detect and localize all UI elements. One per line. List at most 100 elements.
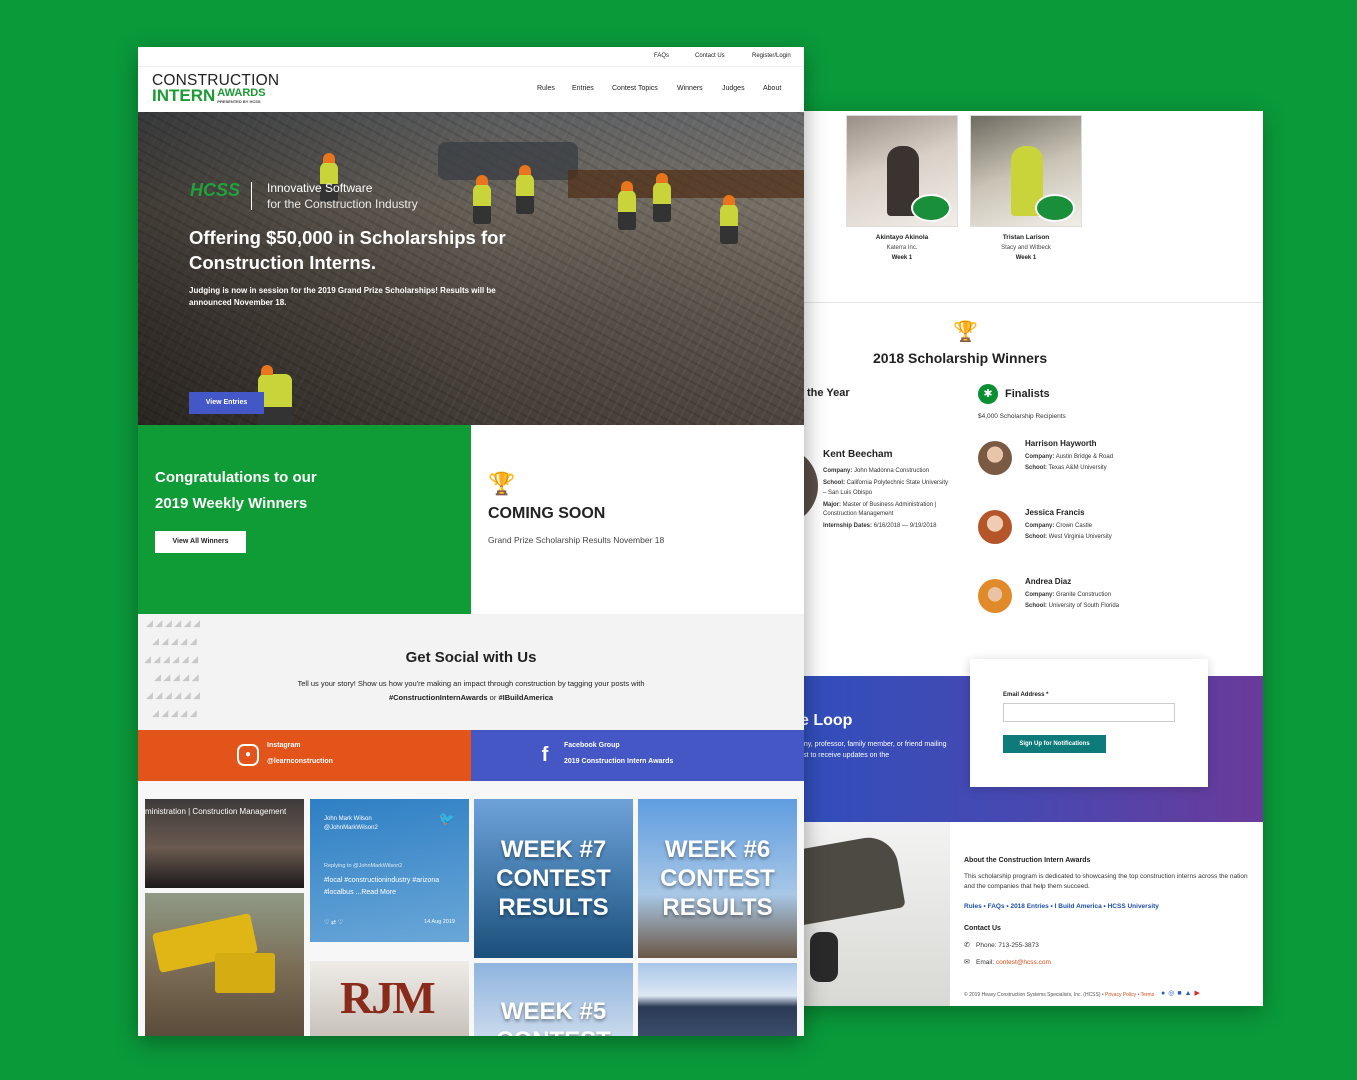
winner-company: Stacy and Witbeck (1001, 245, 1051, 251)
phone-icon: ✆ (964, 941, 970, 949)
facebook-icon: f (541, 744, 549, 766)
nav-contest-topics[interactable]: Contest Topics (612, 85, 658, 92)
coming-soon-panel: 🏆 COMING SOON Grand Prize Scholarship Re… (471, 425, 804, 614)
email-link[interactable]: contest@hcss.com (996, 959, 1051, 966)
site-logo[interactable]: CONSTRUCTION INTERN AWARDS PRESENTED BY HC… (152, 73, 279, 106)
footer-about: About the Construction Intern Awards Thi… (964, 857, 1249, 966)
hashtags: #ConstructionInternAwards or #IBuildAmer… (388, 693, 554, 702)
footer-links[interactable]: Rules • FAQs • 2018 Entries • I Build Am… (964, 903, 1249, 910)
view-all-winners-button[interactable]: View All Winners (155, 531, 246, 553)
contact-phone: ✆ Phone: 713-255-3873 (964, 941, 1039, 949)
winner-name: Tristan Larison (1002, 234, 1050, 241)
get-social-section: ◢ ◢ ◢ ◢ ◢ ◢ ◢ ◢ ◢ ◢ ◢ ◢ ◢ ◢ ◢ ◢ ◢ ◢ ◢ ◢ … (138, 614, 804, 730)
winners-page-screenshot: Akintayo Akinola Katerra Inc. Week 1 Tri… (770, 111, 1263, 1006)
instagram-link[interactable]: ● Instagram @learnconstruction (138, 730, 471, 781)
kent-name: Kent Beecham (823, 449, 893, 460)
weekly-winners-title: Congratulations to our 2019 Weekly Winner… (155, 469, 317, 512)
winner-card[interactable]: Tristan Larison Stacy and Witbeck Week 1 (970, 115, 1082, 261)
section-divider (770, 302, 1263, 303)
get-social-text: Tell us your story! Show us how you're m… (297, 679, 645, 688)
worker-figure (473, 175, 491, 224)
intern-of-year-details: Kent Beecham Company: John Madonna Const… (823, 449, 953, 535)
hero-subtext: Judging is now in session for the 2019 G… (189, 286, 496, 307)
feed-post[interactable] (638, 963, 797, 1036)
winner-card[interactable]: Akintayo Akinola Katerra Inc. Week 1 (846, 115, 958, 261)
winner-week: Week 1 (1015, 255, 1037, 261)
login-link[interactable]: Register/Login (752, 53, 791, 59)
nav-winners[interactable]: Winners (677, 85, 703, 92)
signup-form: Email Address * Sign Up for Notification… (970, 659, 1208, 787)
peoples-choice-badge-icon (911, 194, 951, 222)
finalist-name: Jessica Francis (1025, 508, 1085, 517)
hcss-logo: HCSS (190, 180, 241, 200)
intern-of-year-title: the Year (807, 387, 850, 399)
faqs-link[interactable]: FAQs (654, 53, 669, 59)
mail-icon: ✉ (964, 958, 970, 966)
about-text: This scholarship program is dedicated to… (964, 873, 1248, 891)
coming-soon-subtitle: Grand Prize Scholarship Results November… (488, 535, 665, 545)
signup-button[interactable]: Sign Up for Notifications (1003, 735, 1106, 753)
nav-rules[interactable]: Rules (537, 85, 555, 92)
worker-figure (720, 195, 738, 244)
trophy-icon: 🏆 (953, 321, 978, 343)
winner-photo (846, 115, 958, 227)
youtube-icon[interactable]: ▶ (1195, 990, 1203, 997)
trophy-icon: 🏆 (488, 471, 516, 496)
instagram-icon: ● (237, 744, 259, 766)
weekly-winners-panel: Congratulations to our 2019 Weekly Winner… (138, 425, 471, 614)
home-page-screenshot: FAQs Contact Us Register/Login CONSTRUCT… (138, 47, 804, 1036)
worker-figure (516, 165, 534, 214)
worker-figure (653, 173, 671, 222)
judges-pick-badge-icon (1035, 194, 1075, 222)
twitter-icon: 🐦 (438, 811, 455, 826)
nav-entries[interactable]: Entries (572, 85, 594, 92)
feed-post-week6[interactable]: WEEK #6 CONTEST RESULTS (638, 799, 797, 958)
winner-company: Katerra Inc. (886, 245, 918, 251)
twitter-icon[interactable]: ▲ (1185, 990, 1195, 997)
scholarship-title: 2018 Scholarship Winners (873, 350, 1048, 366)
contact-email: ✉ Email: contest@hcss.com (964, 958, 1051, 966)
winner-week: Week 1 (891, 255, 913, 261)
feed-tweet[interactable]: John Mark Wilson @JohnMarkWilson2 🐦 Reply… (310, 799, 469, 942)
email-field[interactable] (1003, 703, 1175, 722)
nav-about[interactable]: About (763, 85, 781, 92)
avatar (978, 579, 1012, 613)
about-title: About the Construction Intern Awards (964, 857, 1091, 864)
hero-headline: Offering $50,000 in Scholarships for Con… (189, 227, 506, 273)
footer-social-icons[interactable]: ●◎■▲▶ (1161, 989, 1203, 997)
feed-post[interactable] (145, 893, 304, 1036)
facebook-group-link[interactable]: f Facebook Group 2019 Construction Inter… (471, 730, 804, 781)
finalists-title: Finalists (1005, 388, 1050, 400)
avatar (978, 441, 1012, 475)
social-feed-grid: ministration | Construction Management J… (138, 781, 804, 1036)
worker-figure (618, 181, 636, 230)
feed-post[interactable]: ministration | Construction Management (145, 799, 304, 888)
feed-post[interactable]: RJM (310, 961, 469, 1036)
utility-bar: FAQs Contact Us Register/Login (138, 47, 804, 67)
feed-post-week5[interactable]: WEEK #5CONTEST (474, 963, 633, 1036)
coming-soon-title: COMING SOON (488, 505, 606, 522)
hero-banner: HCSS Innovative Software for the Constru… (138, 112, 804, 425)
nav-judges[interactable]: Judges (722, 85, 745, 92)
linkedin-icon[interactable]: ■ (1177, 990, 1184, 997)
copyright: © 2019 Heavy Construction Systems Specia… (964, 992, 1155, 998)
finalist-name: Andrea Diaz (1025, 577, 1072, 586)
instagram-icon[interactable]: ◎ (1168, 990, 1177, 997)
winner-name: Akintayo Akinola (875, 234, 929, 241)
avatar (978, 510, 1012, 544)
legal-links[interactable]: Privacy Policy • Terms (1105, 992, 1154, 998)
contact-title: Contact Us (964, 924, 1001, 932)
finalists-subtitle: $4,000 Scholarship Recipients (978, 413, 1066, 420)
newsletter-title: e Loop (800, 712, 853, 729)
contact-link[interactable]: Contact Us (695, 53, 725, 59)
email-label: Email Address * (1003, 692, 1049, 698)
feed-post-week7[interactable]: WEEK #7 CONTEST RESULTS (474, 799, 633, 958)
view-entries-button[interactable]: View Entries (189, 392, 264, 414)
finalists-icon: ✱ (978, 384, 998, 404)
tweet-actions[interactable]: ♡ ⇄ ♡ (324, 919, 343, 926)
hcss-tagline-2: for the Construction Industry (267, 197, 418, 211)
newsletter-desc: any, professor, family member, or friend… (800, 741, 947, 760)
hcss-tagline: Innovative Software (267, 181, 373, 195)
finalist-name: Harrison Hayworth (1025, 439, 1097, 448)
winner-photo (970, 115, 1082, 227)
